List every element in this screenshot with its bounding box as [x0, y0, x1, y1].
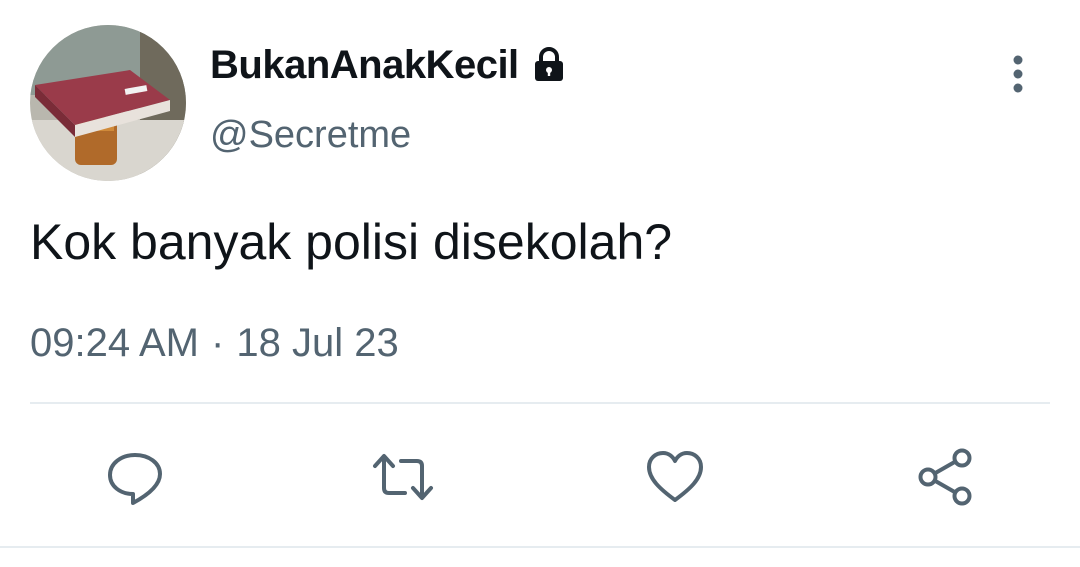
share-icon — [918, 448, 972, 506]
tweet-time: 09:24 AM — [30, 321, 200, 365]
retweet-icon — [373, 454, 433, 500]
tweet-date: 18 Jul 23 — [236, 321, 399, 365]
tweet-timestamp: 09:24 AM · 18 Jul 23 — [30, 318, 399, 368]
timestamp-separator: · — [211, 321, 225, 365]
handle[interactable]: @Secretme — [210, 110, 411, 160]
avatar[interactable] — [30, 25, 186, 181]
author-row: BukanAnakKecil — [210, 40, 569, 90]
bottom-divider — [0, 546, 1080, 548]
tweet-text: Kok banyak polisi disekolah? — [30, 214, 673, 270]
reply-button[interactable] — [102, 444, 168, 510]
divider — [30, 402, 1050, 404]
reply-icon — [108, 453, 162, 505]
retweet-button[interactable] — [370, 444, 436, 510]
like-button[interactable] — [642, 444, 708, 510]
more-options-icon[interactable] — [998, 52, 1038, 96]
like-icon — [647, 451, 703, 502]
share-button[interactable] — [912, 444, 978, 510]
tweet-card: BukanAnakKecil @Secretme Kok banyak poli… — [0, 0, 1080, 567]
lock-icon — [529, 45, 569, 85]
avatar-photo — [30, 25, 186, 181]
display-name[interactable]: BukanAnakKecil — [210, 40, 519, 90]
